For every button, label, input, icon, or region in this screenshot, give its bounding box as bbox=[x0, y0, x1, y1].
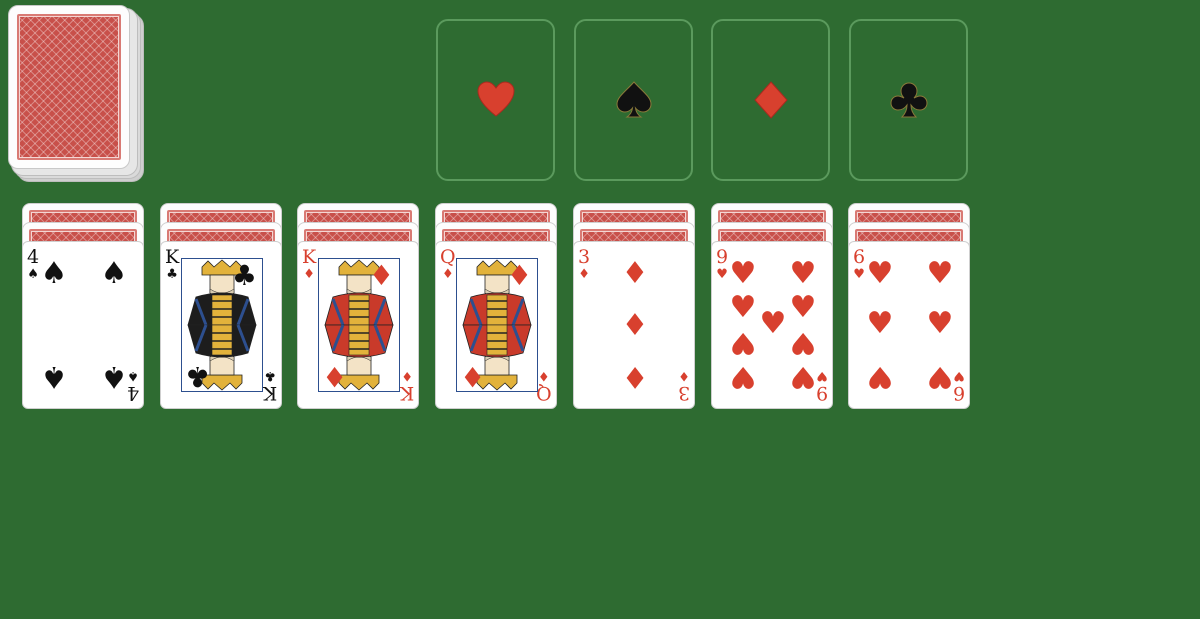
card-4-spades[interactable]: 4 ♠ 4 ♠ ♠ ♠ ♠ ♠ bbox=[22, 241, 144, 409]
card-pip: ♠ bbox=[40, 256, 68, 291]
card-suit-small: ♦ bbox=[401, 368, 413, 383]
card-corner-index: 3 ♦ bbox=[578, 246, 591, 282]
card-corner-index: 6 ♥ bbox=[853, 246, 866, 282]
card-9-hearts[interactable]: 9 ♥ 9 ♥ ♥ ♥ ♥ ♥ ♥ ♥ ♥ ♥ ♥ bbox=[711, 241, 833, 409]
card-rank: K bbox=[262, 382, 277, 404]
card-k-diamonds[interactable]: K ♦ K ♦ ♦ ♦ bbox=[297, 241, 419, 409]
card-3-diamonds[interactable]: 3 ♦ 3 ♦ ♦ ♦ ♦ bbox=[573, 241, 695, 409]
court-suit-pip: ♣ bbox=[185, 360, 211, 393]
tableau-column-1[interactable]: 4 ♠ 4 ♠ ♠ ♠ ♠ ♠ bbox=[22, 203, 144, 409]
card-pip: ♥ bbox=[789, 290, 817, 325]
card-pip: ♥ bbox=[729, 290, 757, 325]
card-corner-index: Q ♦ bbox=[440, 246, 456, 282]
stock-pile[interactable] bbox=[8, 5, 144, 183]
card-pip: ♥ bbox=[926, 256, 954, 291]
diamond-icon bbox=[753, 81, 788, 119]
club-icon bbox=[889, 82, 928, 118]
card-pip: ♥ bbox=[729, 359, 757, 394]
spade-icon bbox=[615, 81, 652, 118]
foundation-hearts[interactable] bbox=[436, 19, 555, 181]
card-k-clubs[interactable]: K ♣ K ♣ ♣ ♣ bbox=[160, 241, 282, 409]
tableau-column-4[interactable]: Q ♦ Q ♦ ♦ ♦ bbox=[435, 203, 557, 409]
card-suit-small: ♥ bbox=[853, 267, 865, 282]
card-pip: ♥ bbox=[866, 306, 894, 341]
court-suit-pip: ♦ bbox=[506, 259, 532, 292]
card-pip: ♠ bbox=[100, 359, 128, 394]
stock-top-card[interactable] bbox=[8, 5, 130, 169]
card-rank: Q bbox=[440, 246, 456, 268]
card-corner-index: K ♣ bbox=[165, 246, 180, 282]
card-corner-index: 4 ♠ bbox=[27, 246, 40, 282]
card-pip: ♦ bbox=[621, 308, 649, 343]
card-corner-index: K ♦ bbox=[302, 246, 317, 282]
card-q-diamonds[interactable]: Q ♦ Q ♦ ♦ ♦ bbox=[435, 241, 557, 409]
court-suit-pip: ♦ bbox=[322, 360, 348, 393]
court-suit-pip: ♣ bbox=[231, 259, 257, 292]
card-corner-index: 9 ♥ bbox=[716, 246, 729, 282]
card-pip: ♦ bbox=[621, 359, 649, 394]
card-pip: ♥ bbox=[729, 256, 757, 291]
card-pip: ♥ bbox=[866, 359, 894, 394]
card-suit-small: ♦ bbox=[578, 267, 590, 282]
card-rank: Q bbox=[536, 382, 552, 404]
card-corner-index: Q ♦ bbox=[536, 368, 552, 404]
card-rank: 6 bbox=[853, 246, 866, 268]
tableau-column-3[interactable]: K ♦ K ♦ ♦ ♦ bbox=[297, 203, 419, 409]
heart-icon bbox=[476, 81, 515, 117]
card-pip: ♥ bbox=[789, 325, 817, 360]
foundation-diamonds[interactable] bbox=[711, 19, 830, 181]
tableau-column-5[interactable]: 3 ♦ 3 ♦ ♦ ♦ ♦ bbox=[573, 203, 695, 409]
card-pip: ♥ bbox=[789, 359, 817, 394]
card-pip: ♥ bbox=[926, 306, 954, 341]
card-pip: ♥ bbox=[866, 256, 894, 291]
card-rank: 9 bbox=[716, 246, 729, 268]
tableau-column-6[interactable]: 9 ♥ 9 ♥ ♥ ♥ ♥ ♥ ♥ ♥ ♥ ♥ ♥ bbox=[711, 203, 833, 409]
card-suit-small: ♣ bbox=[264, 368, 276, 383]
card-suit-small: ♦ bbox=[538, 368, 551, 383]
card-corner-index: K ♣ bbox=[262, 368, 277, 404]
tableau-column-2[interactable]: K ♣ K ♣ ♣ ♣ bbox=[160, 203, 282, 409]
card-back-pattern bbox=[17, 14, 121, 160]
tableau-column-7[interactable]: 6 ♥ 6 ♥ ♥ ♥ ♥ ♥ ♥ ♥ bbox=[848, 203, 970, 409]
card-rank: 3 bbox=[578, 246, 591, 268]
court-suit-pip: ♦ bbox=[460, 360, 486, 393]
card-corner-index: 3 ♦ bbox=[677, 368, 690, 404]
card-pip: ♠ bbox=[100, 256, 128, 291]
card-rank: 3 bbox=[677, 382, 690, 404]
card-pip: ♥ bbox=[729, 325, 757, 360]
card-pip: ♠ bbox=[40, 359, 68, 394]
card-pip: ♥ bbox=[789, 256, 817, 291]
card-corner-index: K ♦ bbox=[399, 368, 414, 404]
card-rank: K bbox=[399, 382, 414, 404]
card-suit-small: ♥ bbox=[716, 267, 728, 282]
foundation-spades[interactable] bbox=[574, 19, 693, 181]
card-suit-small: ♦ bbox=[303, 267, 315, 282]
card-6-hearts[interactable]: 6 ♥ 6 ♥ ♥ ♥ ♥ ♥ ♥ ♥ bbox=[848, 241, 970, 409]
foundation-clubs[interactable] bbox=[849, 19, 968, 181]
card-suit-small: ♦ bbox=[678, 368, 690, 383]
card-rank: K bbox=[165, 246, 180, 268]
card-pip: ♥ bbox=[926, 359, 954, 394]
card-rank: 4 bbox=[27, 246, 40, 268]
card-pip: ♦ bbox=[621, 256, 649, 291]
card-suit-small: ♣ bbox=[166, 267, 178, 282]
court-suit-pip: ♦ bbox=[368, 259, 394, 292]
card-pip: ♥ bbox=[759, 306, 787, 341]
card-rank: K bbox=[302, 246, 317, 268]
card-suit-small: ♠ bbox=[27, 267, 39, 282]
card-suit-small: ♦ bbox=[441, 267, 454, 282]
